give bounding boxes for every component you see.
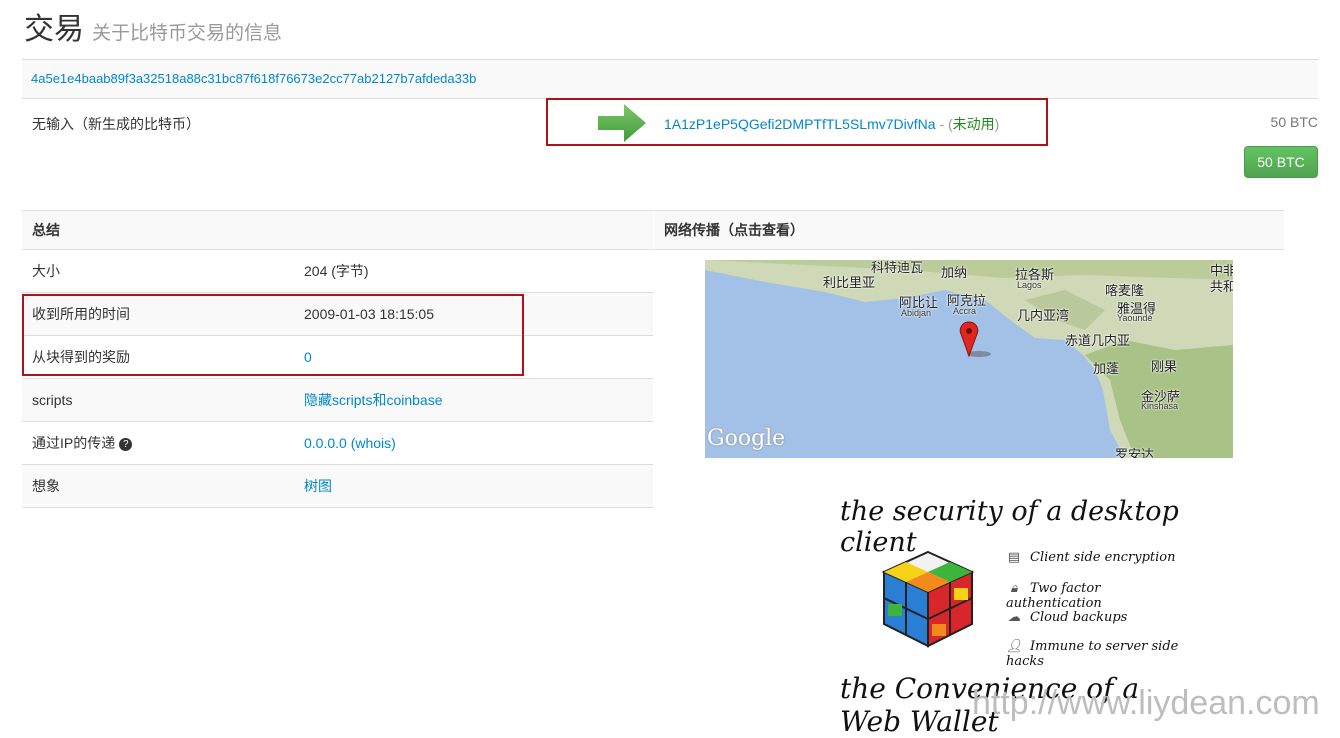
propagation-map[interactable]: 科特迪瓦 加纳 拉各斯 Lagos 中非 共和 利比里亚 阿比让 Abidjan… [705, 260, 1233, 458]
page-title: 交易 [24, 12, 84, 47]
tx-hash-link[interactable]: 4a5e1e4baab89f3a32518a88c31bc87f618f7667… [31, 71, 476, 86]
row-key: scripts [32, 392, 73, 408]
map-label: 喀麦隆 [1105, 283, 1145, 298]
row-key-text: 通过IP的传递 [32, 435, 116, 451]
page-header: 交易 关于比特币交易的信息 [24, 4, 282, 48]
ad-feature: ▤ Client side encryption [1007, 550, 1176, 565]
network-panel: 网络传播（点击查看） [654, 210, 1284, 250]
output-highlight-box: 1A1zP1eP5QGefi2DMPTfTL5SLmv7DivfNa - (未动… [546, 98, 1048, 146]
map-label: 赤道几内亚 [1065, 333, 1131, 348]
row-key: 通过IP的传递? [32, 422, 133, 464]
table-row: 通过IP的传递? 0.0.0.0 (whois) [22, 422, 653, 465]
relay-ip-link[interactable]: 0.0.0.0 (whois) [304, 422, 396, 464]
ad-feature: 🔒︎ Two factor authentication [1006, 581, 1102, 611]
person-icon: 👤︎ [1006, 639, 1023, 654]
map-label: 利比里亚 [823, 275, 876, 290]
ad-feature: ☁ Cloud backups [1007, 610, 1128, 625]
padlock-icon: 🔒︎ [1010, 581, 1018, 596]
tx-hash-row: 4a5e1e4baab89f3a32518a88c31bc87f618f7667… [22, 59, 1318, 99]
output-amount: 50 BTC [1270, 114, 1318, 130]
table-row: scripts 隐藏scripts和coinbase [22, 379, 653, 422]
tx-io-row: 无输入（新生成的比特币） 1A1zP1eP5QGefi2DMPTfTL5SLmv… [22, 98, 1318, 184]
page-subtitle: 关于比特币交易的信息 [92, 23, 283, 44]
map-label: Yaoundé [1117, 313, 1153, 323]
total-amount-button[interactable]: 50 BTC [1244, 146, 1318, 178]
map-label: 几内亚湾 [1017, 308, 1070, 323]
table-row: 大小 204 (字节) [22, 250, 653, 293]
map-label: 加蓬 [1093, 361, 1120, 376]
map-label: Kinshasa [1141, 401, 1179, 411]
rubiks-cube-icon [881, 550, 975, 648]
help-icon[interactable]: ? [119, 438, 133, 451]
row-key: 大小 [32, 263, 60, 279]
ad-feature: 👤︎ Immune to server side hacks [1006, 639, 1179, 669]
table-row: 想象 树图 [22, 465, 653, 508]
watermark: http://www.liydean.com [972, 684, 1320, 722]
output-close: ) [994, 116, 1000, 132]
hide-scripts-link[interactable]: 隐藏scripts和coinbase [304, 379, 443, 421]
summary-highlight-box [22, 294, 524, 376]
map-label: Abidjan [901, 308, 932, 318]
map-label: 加纳 [941, 265, 968, 280]
no-input-label: 无输入（新生成的比特币） [32, 116, 200, 132]
arrow-right-icon [598, 104, 646, 142]
map-label: 刚果 [1151, 359, 1178, 374]
output-status: 未动用 [952, 116, 995, 132]
map-label: Lagos [1017, 280, 1042, 290]
output-dash: - ( [935, 116, 953, 132]
network-heading[interactable]: 网络传播（点击查看） [654, 210, 1284, 250]
cloud-icon: ☁ [1007, 610, 1021, 625]
map-label: Accra [953, 306, 977, 316]
summary-heading: 总结 [22, 210, 653, 250]
map-pin-icon[interactable] [957, 320, 997, 360]
tree-chart-link[interactable]: 树图 [304, 465, 332, 507]
map-label: 共和 [1210, 279, 1233, 294]
output-address-link[interactable]: 1A1zP1eP5QGefi2DMPTfTL5SLmv7DivfNa [664, 116, 936, 132]
google-logo: Google [707, 426, 786, 451]
map-label: 罗安达 [1115, 447, 1155, 458]
row-value: 204 (字节) [304, 263, 369, 279]
row-key: 想象 [32, 478, 60, 494]
lock-icon: ▤ [1007, 550, 1021, 565]
map-label: 科特迪瓦 [871, 260, 924, 275]
